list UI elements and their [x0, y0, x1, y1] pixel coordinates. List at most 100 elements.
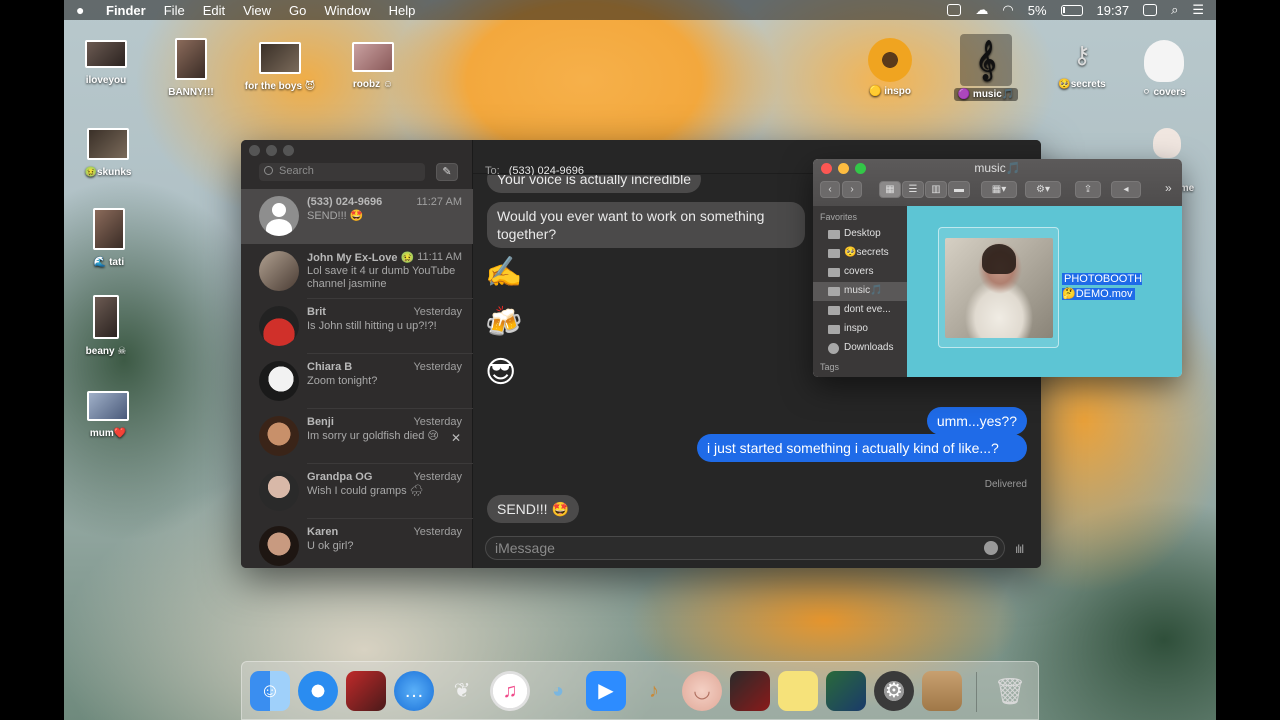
audio-app-icon[interactable]: [730, 671, 770, 711]
launchpad-rocket-icon[interactable]: ❦: [442, 671, 482, 711]
desktop-icon-tati[interactable]: 🌊 tati: [69, 208, 149, 269]
sunglasses-emoji[interactable]: 😎: [485, 355, 516, 390]
battery-percent[interactable]: 5%: [1028, 3, 1047, 18]
menu-window[interactable]: Window: [324, 3, 370, 18]
desktop-folder-covers[interactable]: ⚪ covers: [1124, 40, 1204, 99]
finder-content-area[interactable]: PHOTOBOOTH 🤔DEMO.mov: [907, 206, 1182, 377]
menu-go[interactable]: Go: [289, 3, 306, 18]
desktop-icon-skunks[interactable]: 🤢skunks: [68, 128, 148, 179]
tag-icon[interactable]: ◂: [1111, 181, 1141, 198]
trash-icon[interactable]: 🗑: [990, 671, 1030, 711]
conversation-item[interactable]: (533) 024-9696 11:27 AM SEND!!! 🤩: [241, 189, 473, 244]
desktop-folder-inspo[interactable]: 🟡 inspo: [850, 38, 930, 98]
desktop-folder-music[interactable]: 𝄞 🟣 music🎵: [946, 34, 1026, 101]
desktop-icon-mum[interactable]: mum❤️: [68, 391, 148, 440]
menu-help[interactable]: Help: [389, 3, 416, 18]
toolbar-overflow-icon[interactable]: »: [1165, 181, 1172, 195]
garageband-icon[interactable]: ♪: [634, 671, 674, 711]
photo-booth-icon[interactable]: [346, 671, 386, 711]
forward-button[interactable]: ›: [842, 181, 862, 198]
message-bubble-incoming[interactable]: Would you ever want to work on something…: [487, 202, 805, 248]
desktop-icon-roobz[interactable]: roobz ☺: [333, 42, 413, 91]
desktop-icon-for-the-boys[interactable]: for the boys 😈: [240, 42, 320, 93]
conversation-item[interactable]: Karen Yesterday U ok girl?: [241, 519, 473, 568]
stickies-icon[interactable]: [778, 671, 818, 711]
gallery-view-button[interactable]: ▬: [948, 181, 970, 198]
minimize-button[interactable]: [266, 145, 277, 156]
avatar: [259, 361, 299, 401]
writing-hand-emoji[interactable]: ✍️: [485, 255, 522, 290]
finder-icon[interactable]: ☺: [250, 671, 290, 711]
seal-icon[interactable]: ◕: [538, 671, 578, 711]
compose-button[interactable]: ✎: [436, 163, 458, 181]
wifi-icon[interactable]: ◠: [1002, 2, 1013, 18]
message-bubble-outgoing[interactable]: i just started something i actually kind…: [697, 434, 1027, 462]
message-bubble-outgoing[interactable]: umm...yes??: [926, 407, 1027, 435]
zoom-button[interactable]: [283, 145, 294, 156]
group-by-button[interactable]: ▦▾: [981, 181, 1017, 198]
message-bubble-incoming[interactable]: SEND!!! 🤩: [487, 495, 579, 523]
finder-title: music🎵: [974, 161, 1021, 175]
safari-icon[interactable]: [298, 671, 338, 711]
icon-view-button[interactable]: ▦: [879, 181, 901, 198]
face-app-icon[interactable]: ◡: [682, 671, 722, 711]
dock: ☺ … ❦ ♫ ◕ ▶ ♪ ◡ ⚙ 🗑: [241, 661, 1039, 720]
folder-icon: [828, 306, 840, 315]
conversation-time: 11:11 AM: [417, 251, 462, 263]
conversation-item[interactable]: John My Ex-Love 🤢 11:11 AM Lol save it 4…: [241, 244, 473, 299]
menu-view[interactable]: View: [243, 3, 271, 18]
close-button[interactable]: [249, 145, 260, 156]
clock[interactable]: 19:37: [1097, 3, 1130, 18]
sidebar-item-desktop[interactable]: Desktop: [813, 225, 907, 244]
screen-record-icon[interactable]: [947, 4, 962, 16]
file-name-text: PHOTOBOOTH 🤔DEMO.mov: [1062, 273, 1143, 300]
zoom-app-icon[interactable]: ▶: [586, 671, 626, 711]
calendar-icon[interactable]: [1143, 4, 1158, 16]
apple-menu-icon[interactable]: ●: [76, 2, 88, 18]
desktop-icon-beany[interactable]: beany ☠: [66, 295, 146, 358]
contacts-icon[interactable]: [922, 671, 962, 711]
spotlight-search-icon[interactable]: ⌕: [1171, 2, 1178, 18]
sidebar-item-music[interactable]: music🎵: [813, 282, 907, 301]
list-view-button[interactable]: ☰: [902, 181, 924, 198]
conversation-item[interactable]: Chiara B Yesterday Zoom tonight?: [241, 354, 473, 409]
folder-icon: [828, 268, 840, 277]
share-icon[interactable]: ⇪: [1075, 181, 1101, 198]
sidebar-item-dont-eve[interactable]: dont eve...: [813, 301, 907, 320]
messages-icon[interactable]: …: [394, 671, 434, 711]
conversation-item[interactable]: Grandpa OG Yesterday Wish I could gramps…: [241, 464, 473, 519]
sidebar-item-secrets[interactable]: 🥺secrets: [813, 244, 907, 263]
action-gear-icon[interactable]: ⚙▾: [1025, 181, 1061, 198]
sidebar-item-downloads[interactable]: Downloads: [813, 339, 907, 358]
menu-edit[interactable]: Edit: [203, 3, 225, 18]
message-bubble-incoming[interactable]: Your voice is actually incredible: [487, 175, 702, 193]
sidebar-item-covers[interactable]: covers: [813, 263, 907, 282]
creative-cloud-icon[interactable]: ☁: [975, 2, 988, 18]
conversation-item[interactable]: Brit Yesterday Is John still hitting u u…: [241, 299, 473, 354]
conversation-name: (533) 024-9696: [307, 196, 383, 208]
preview-icon[interactable]: [826, 671, 866, 711]
back-button[interactable]: ‹: [820, 181, 840, 198]
desktop-icon-banny[interactable]: BANNY!!!: [151, 38, 231, 99]
desktop-folder-secrets[interactable]: ⚷ 🥺secrets: [1042, 42, 1122, 91]
video-file-icon[interactable]: [938, 227, 1059, 348]
emoji-picker-icon[interactable]: [984, 541, 998, 555]
beer-mugs-emoji[interactable]: 🍻: [485, 305, 522, 340]
battery-icon[interactable]: [1060, 4, 1083, 16]
system-preferences-gear-icon[interactable]: ⚙: [874, 671, 914, 711]
column-view-button[interactable]: ▥: [925, 181, 947, 198]
search-input[interactable]: Search: [259, 163, 425, 181]
menu-file[interactable]: File: [164, 3, 185, 18]
conversation-time: Yesterday: [413, 471, 462, 483]
audio-message-icon[interactable]: ılıl: [1015, 542, 1024, 556]
notification-center-icon[interactable]: ☰: [1192, 2, 1204, 18]
message-input[interactable]: iMessage: [485, 536, 1005, 560]
delete-conversation-icon[interactable]: ✕: [451, 431, 461, 445]
desktop-icon-iloveyou[interactable]: iloveyou: [66, 40, 146, 87]
conversation-item[interactable]: Benji Yesterday Im sorry ur goldfish die…: [241, 409, 473, 464]
music-icon[interactable]: ♫: [490, 671, 530, 711]
file-name-label[interactable]: PHOTOBOOTH 🤔DEMO.mov: [1062, 272, 1152, 302]
sidebar-item-inspo[interactable]: inspo: [813, 320, 907, 339]
menu-app-finder[interactable]: Finder: [106, 3, 146, 18]
desktop-icon-label: iloveyou: [85, 75, 127, 86]
